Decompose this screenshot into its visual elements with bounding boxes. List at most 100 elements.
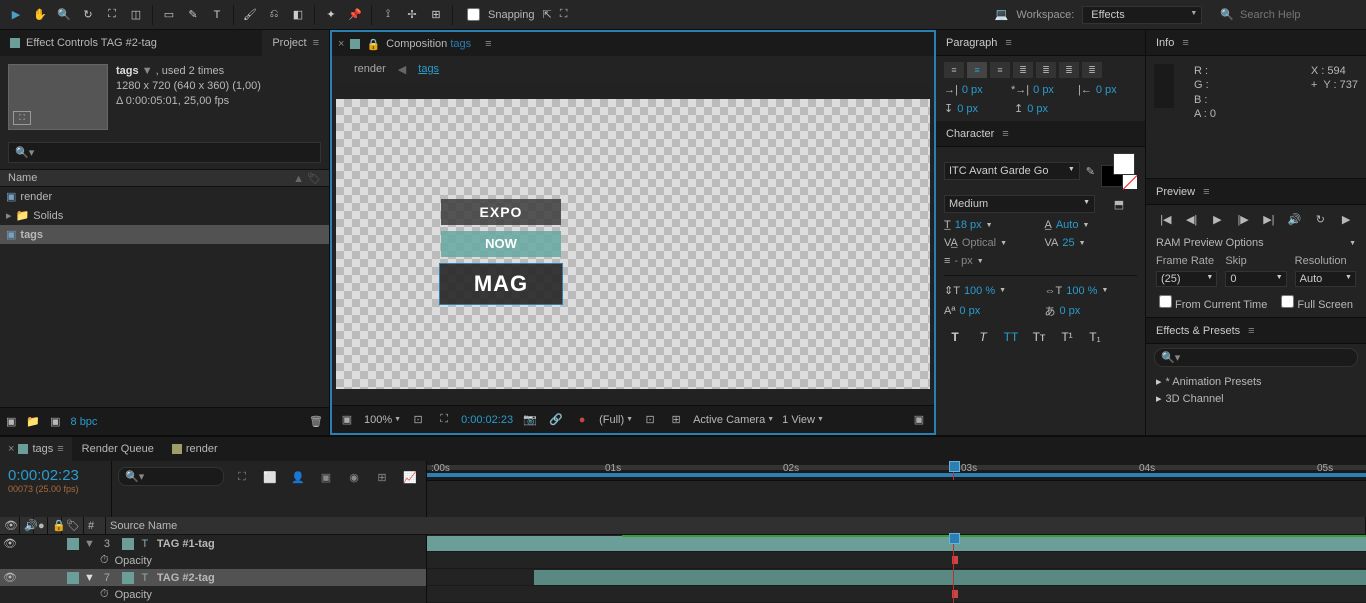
timeline-ruler[interactable]: :00s 01s 02s 03s 04s 05s	[427, 461, 1366, 481]
preset-animation-folder[interactable]: ▸ * Animation Presets	[1150, 373, 1362, 390]
panbehind-tool-icon[interactable]: ◫	[126, 5, 146, 25]
tracking-value[interactable]: 25	[1062, 237, 1074, 249]
selection-tool-icon[interactable]: ▶	[6, 5, 26, 25]
motion-blur-icon[interactable]: ◉	[344, 467, 364, 487]
visibility-toggle[interactable]: 👁	[0, 537, 20, 550]
kerning-value[interactable]: Optical	[962, 237, 996, 249]
loop-button[interactable]: ↻	[1311, 211, 1331, 227]
faux-bold-button[interactable]: T	[944, 329, 966, 345]
brainstorm-icon[interactable]: ⊞	[372, 467, 392, 487]
visibility-toggle[interactable]: 👁	[0, 571, 20, 584]
align-left-button[interactable]: ≡	[944, 62, 964, 78]
panel-menu-icon[interactable]: ≡	[1002, 128, 1008, 140]
project-search-input[interactable]: 🔍▾	[8, 142, 321, 163]
first-frame-button[interactable]: |◀	[1156, 211, 1176, 227]
hide-shy-icon[interactable]: 👤	[288, 467, 308, 487]
composition-viewer[interactable]: EXPO NOW MAG	[332, 82, 934, 405]
preset-3dchannel-folder[interactable]: ▸ 3D Channel	[1150, 390, 1362, 407]
layer2-opacity-prop[interactable]: ⏱ Opacity	[0, 586, 426, 603]
timeline-tab-render-queue[interactable]: Render Queue	[74, 437, 162, 461]
close-tab-icon[interactable]: ×	[338, 38, 344, 50]
index-col-header[interactable]: #	[84, 517, 106, 534]
leading-value[interactable]: Auto	[1056, 219, 1079, 231]
rotobrush-tool-icon[interactable]: ✦	[321, 5, 341, 25]
eyedropper-icon[interactable]: ✎	[1086, 165, 1095, 178]
hand-tool-icon[interactable]: ✋	[30, 5, 50, 25]
project-item-tags[interactable]: ▣ tags	[0, 225, 329, 244]
layer2-track[interactable]	[427, 569, 1366, 586]
fill-stroke-swatch[interactable]	[1101, 153, 1137, 189]
frame-blend-icon[interactable]: ▣	[316, 467, 336, 487]
font-size-value[interactable]: 18 px	[955, 219, 982, 231]
project-tab[interactable]: Project ≡	[262, 30, 329, 56]
last-frame-button[interactable]: ▶|	[1259, 211, 1279, 227]
new-comp-icon[interactable]: ▣	[50, 415, 60, 428]
clone-tool-icon[interactable]: ⎌	[264, 5, 284, 25]
resolution-dropdown[interactable]: Auto	[1295, 271, 1356, 287]
text-layer-now[interactable]: NOW	[441, 231, 561, 257]
timeline-search-input[interactable]: 🔍▾	[118, 467, 224, 486]
space-after-value[interactable]: 0 px	[1027, 103, 1048, 115]
baseline-value[interactable]: 0 px	[959, 305, 980, 317]
audio-col-header[interactable]: 🔊	[20, 517, 34, 534]
channel-icon[interactable]: ●	[573, 411, 591, 429]
show-snapshot-icon[interactable]: 🔗	[547, 411, 565, 429]
layer1-track[interactable]	[427, 535, 1366, 552]
ram-dropdown-icon[interactable]: ▼	[1349, 240, 1356, 247]
roi-icon[interactable]: ⊡	[641, 411, 659, 429]
justify-right-button[interactable]: ≣	[1059, 62, 1079, 78]
workspace-icon[interactable]: 💻	[995, 8, 1009, 21]
camera-dropdown[interactable]: Active Camera	[693, 414, 774, 426]
effect-controls-tab[interactable]: Effect Controls TAG #2-tag	[0, 30, 167, 56]
align-center-button[interactable]: ≡	[967, 62, 987, 78]
hscale-value[interactable]: 100 %	[1066, 285, 1097, 297]
draft3d-icon[interactable]: ⬜	[260, 467, 280, 487]
justify-center-button[interactable]: ≣	[1036, 62, 1056, 78]
skip-dropdown[interactable]: 0	[1225, 271, 1286, 287]
font-weight-dropdown[interactable]: Medium	[944, 195, 1095, 213]
space-before-value[interactable]: 0 px	[957, 103, 978, 115]
text-layer-mag[interactable]: MAG	[439, 263, 563, 305]
layer-color-swatch2[interactable]	[122, 572, 134, 584]
ram-preview-button[interactable]: ▶	[1336, 211, 1356, 227]
pin-tool-icon[interactable]: 📌	[345, 5, 365, 25]
layer-color-swatch[interactable]	[67, 572, 79, 584]
layer1-opacity-prop[interactable]: ⏱ Opacity	[0, 552, 426, 569]
indent-first-value[interactable]: 0 px	[1033, 84, 1054, 96]
timecode-display[interactable]: 0:00:02:23	[461, 414, 513, 426]
layer-color-swatch[interactable]	[67, 538, 79, 550]
align-right-button[interactable]: ≡	[990, 62, 1010, 78]
bpc-toggle[interactable]: 8 bpc	[71, 416, 98, 428]
zoom-tool-icon[interactable]: 🔍	[54, 5, 74, 25]
resolution-icon[interactable]: ⊡	[409, 411, 427, 429]
timeline-tab-render[interactable]: render	[164, 437, 226, 461]
brush-tool-icon[interactable]: 🖌	[240, 5, 260, 25]
indent-left-value[interactable]: 0 px	[962, 84, 983, 96]
source-name-col-header[interactable]: Source Name	[106, 517, 1366, 534]
rotation-tool-icon[interactable]: ↻	[78, 5, 98, 25]
subscript-button[interactable]: T₁	[1084, 329, 1106, 345]
pen-tool-icon[interactable]: ✎	[183, 5, 203, 25]
framerate-dropdown[interactable]: (25)	[1156, 271, 1217, 287]
from-current-checkbox[interactable]: From Current Time	[1159, 295, 1267, 311]
smallcaps-button[interactable]: Tᴛ	[1028, 329, 1050, 345]
layer-row-2[interactable]: 👁 ▼ 7 T TAG #2-tag	[0, 569, 426, 586]
delete-icon[interactable]: 🗑	[309, 415, 323, 428]
current-timecode[interactable]: 0:00:02:23	[8, 467, 103, 484]
panel-menu-icon[interactable]: ≡	[1182, 37, 1188, 49]
always-preview-icon[interactable]: ▣	[338, 411, 356, 429]
axis-view-icon[interactable]: ⊞	[426, 5, 446, 25]
font-family-dropdown[interactable]: ITC Avant Garde Go	[944, 162, 1080, 180]
graph-editor-icon[interactable]: 📈	[400, 467, 420, 487]
tsume-value[interactable]: 0 px	[1060, 305, 1081, 317]
next-frame-button[interactable]: |▶	[1233, 211, 1253, 227]
search-help-input[interactable]	[1240, 9, 1360, 21]
superscript-button[interactable]: T¹	[1056, 329, 1078, 345]
project-item-solids[interactable]: ▸ 📁 Solids	[0, 206, 329, 225]
justify-all-button[interactable]: ≣	[1082, 62, 1102, 78]
playhead[interactable]	[953, 461, 954, 480]
comp-mini-flowchart-icon[interactable]: ⛶	[232, 467, 252, 487]
name-column-header[interactable]: Name	[8, 172, 293, 184]
zoom-dropdown[interactable]: 100%	[364, 414, 401, 426]
snapping-checkbox[interactable]	[467, 8, 480, 21]
